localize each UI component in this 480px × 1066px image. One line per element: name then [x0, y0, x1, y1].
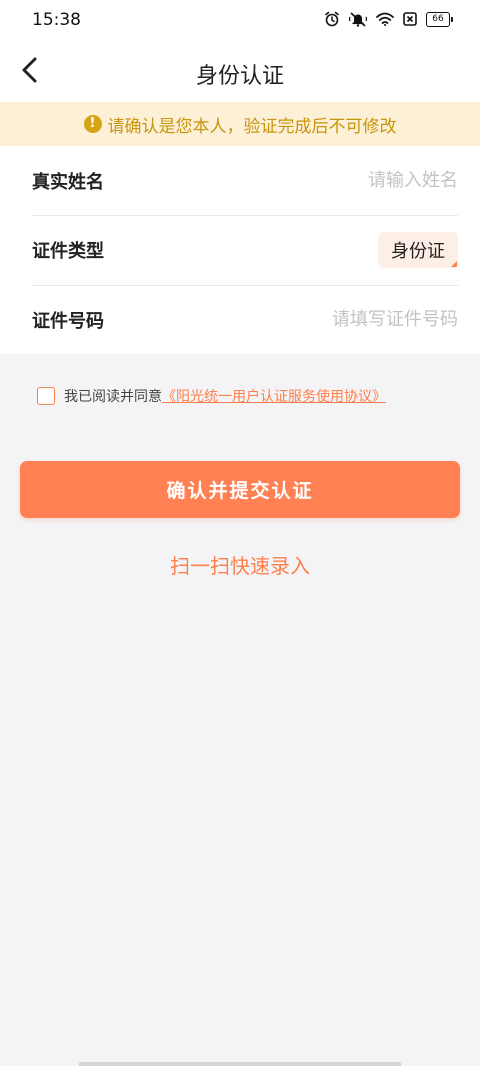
- sim-icon: [403, 12, 417, 26]
- id-type-row: 证件类型 身份证: [32, 215, 458, 284]
- wifi-icon: [376, 12, 394, 26]
- name-row: 真实姓名: [32, 146, 458, 215]
- exclamation-circle-icon: !: [83, 115, 102, 133]
- scan-quick-entry-link[interactable]: 扫一扫快速录入: [0, 550, 480, 579]
- notice-banner: ! 请确认是您本人，验证完成后不可修改: [0, 102, 480, 146]
- id-type-label: 证件类型: [32, 240, 104, 262]
- identity-verification-screen: 15:38 66 身份认证 ! 请确认是您本人，验证完成后不可修改 真实姓名 请…: [0, 0, 480, 1066]
- name-input[interactable]: [258, 170, 458, 191]
- id-number-input[interactable]: [258, 309, 458, 330]
- agreement-prefix: 我已阅读并同意: [64, 389, 162, 405]
- id-number-row: 证件号码: [32, 285, 458, 354]
- dropdown-corner-icon: [451, 260, 457, 267]
- id-type-select[interactable]: 身份证: [378, 231, 458, 268]
- status-time: 15:38: [32, 10, 81, 30]
- name-label: 真实姓名: [32, 171, 104, 193]
- page-title: 身份认证: [195, 64, 284, 89]
- agree-checkbox[interactable]: [37, 387, 55, 405]
- submit-button[interactable]: 确认并提交认证: [20, 461, 460, 518]
- status-bar: 15:38 66: [0, 0, 480, 42]
- id-type-value: 身份证: [391, 240, 445, 262]
- id-number-label: 证件号码: [32, 310, 104, 332]
- status-icons: 66: [324, 11, 453, 27]
- nav-bar: 身份认证: [0, 42, 480, 102]
- agreement-text: 我已阅读并同意《阳光统一用户认证服务使用协议》: [64, 386, 386, 406]
- alarm-icon: [324, 11, 340, 27]
- home-indicator[interactable]: [79, 1062, 401, 1066]
- bell-off-icon: [349, 11, 367, 27]
- identity-form: 真实姓名 证件类型 身份证 证件号码: [0, 146, 480, 354]
- battery-icon: 66: [426, 11, 453, 27]
- agreement-row: 我已阅读并同意《阳光统一用户认证服务使用协议》: [37, 386, 386, 406]
- agreement-link[interactable]: 《阳光统一用户认证服务使用协议》: [162, 389, 386, 405]
- notice-text: 请确认是您本人，验证完成后不可修改: [107, 116, 397, 137]
